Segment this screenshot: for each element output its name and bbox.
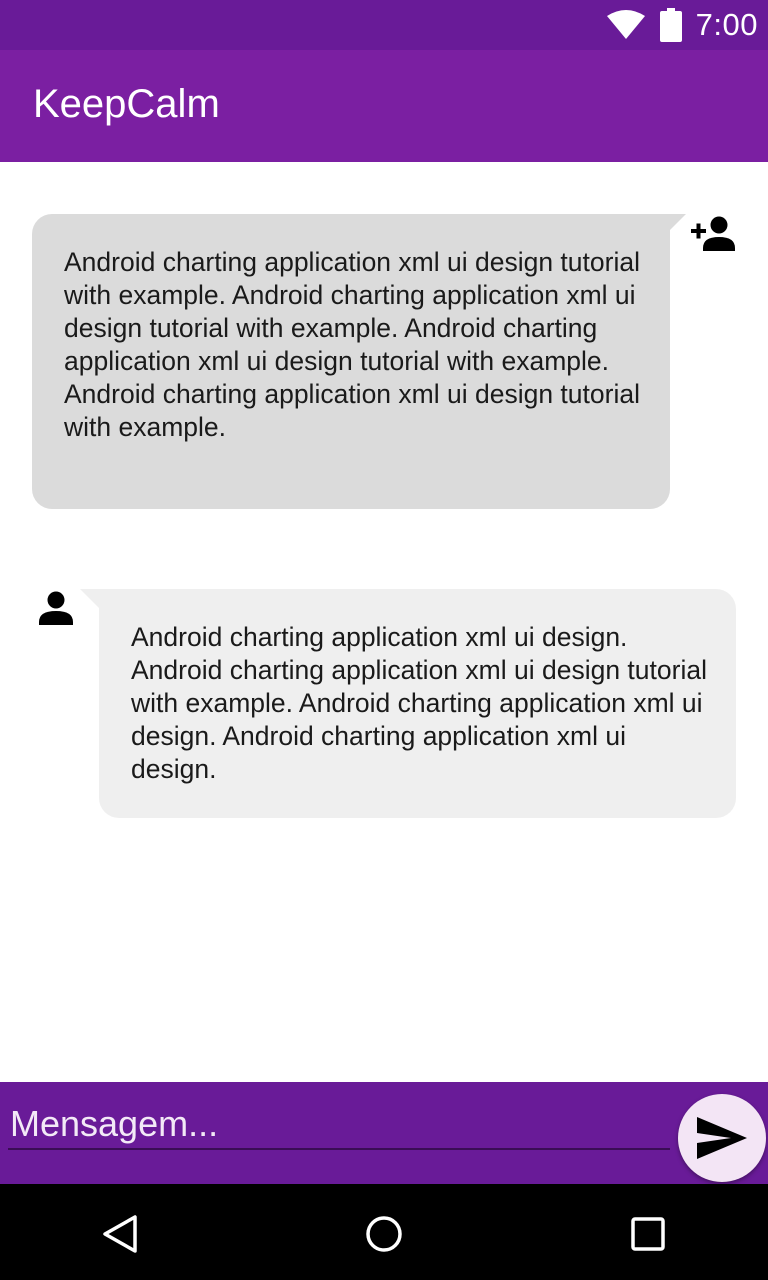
message-input[interactable] xyxy=(8,1100,670,1150)
message-text: Android charting application xml ui desi… xyxy=(131,622,707,784)
bubble-tail xyxy=(640,214,686,260)
status-time: 7:00 xyxy=(695,7,758,42)
recents-button[interactable] xyxy=(624,1210,672,1258)
wifi-icon xyxy=(606,10,645,39)
home-icon xyxy=(366,1216,402,1252)
message-bubble-outgoing[interactable]: Android charting application xml ui desi… xyxy=(99,589,736,818)
message-bubble-incoming[interactable]: Android charting application xml ui desi… xyxy=(32,214,670,509)
person-add-icon[interactable] xyxy=(689,214,737,254)
send-icon xyxy=(697,1117,747,1159)
home-button[interactable] xyxy=(360,1210,408,1258)
send-button[interactable] xyxy=(678,1094,766,1182)
message-text: Android charting application xml ui desi… xyxy=(64,247,640,442)
app-bar: KeepCalm xyxy=(0,50,768,162)
compose-bar xyxy=(0,1082,768,1184)
chat-list[interactable]: Android charting application xml ui desi… xyxy=(0,162,768,1082)
status-icons: 7:00 xyxy=(606,0,758,50)
app-title: KeepCalm xyxy=(33,82,220,126)
status-bar: 7:00 xyxy=(0,0,768,50)
recents-icon xyxy=(631,1217,665,1251)
battery-icon xyxy=(659,8,682,42)
person-icon[interactable] xyxy=(36,588,76,628)
back-button[interactable] xyxy=(96,1210,144,1258)
back-icon xyxy=(103,1215,137,1253)
navigation-bar xyxy=(0,1184,768,1280)
